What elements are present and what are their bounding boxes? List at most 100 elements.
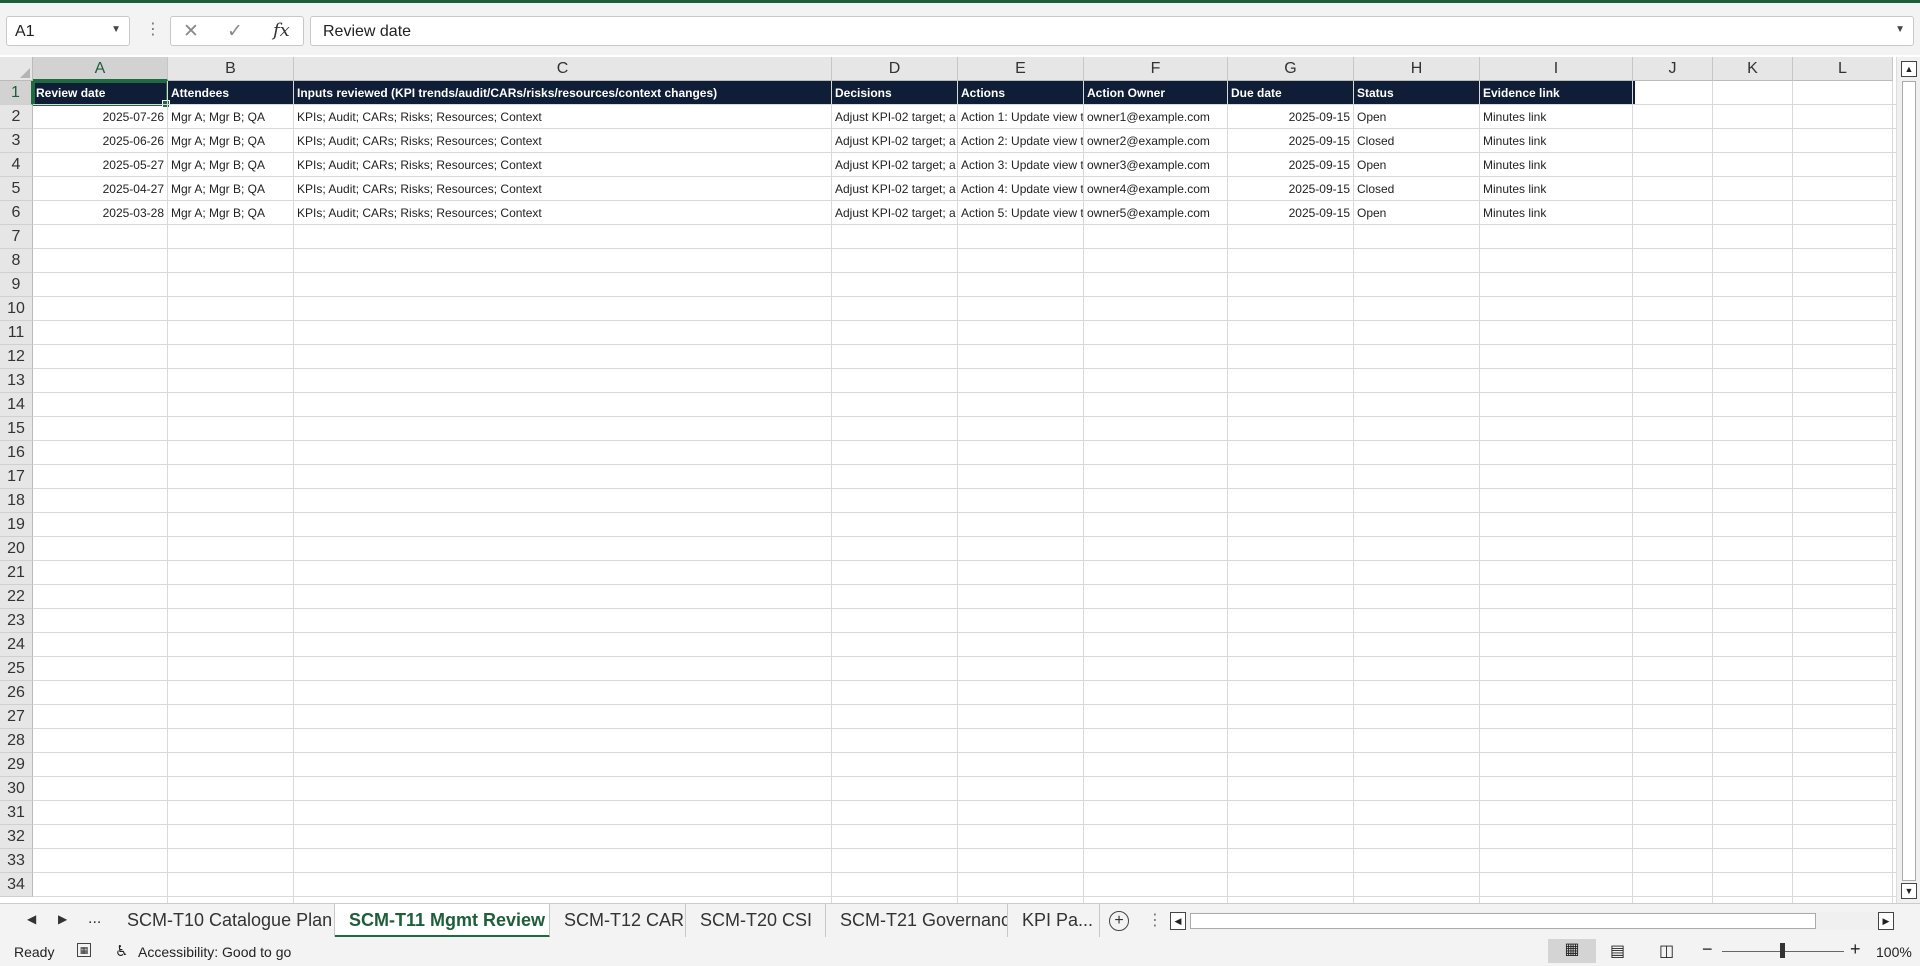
sheet-tab[interactable]: SCM-T11 Mgmt Review [335,904,550,938]
more-sheets-button[interactable]: ... [88,910,101,928]
data-cell[interactable]: KPIs; Audit; CARs; Risks; Resources; Con… [294,105,831,129]
vertical-scrollbar[interactable]: ▲ ▼ [1896,57,1920,903]
row-header-16[interactable]: 16 [0,441,33,465]
row-header-6[interactable]: 6 [0,201,33,225]
data-cell[interactable]: Mgr A; Mgr B; QA [168,129,293,153]
data-cell[interactable]: Open [1354,105,1479,129]
row-header-22[interactable]: 22 [0,585,33,609]
data-cell[interactable]: Closed [1354,177,1479,201]
data-cell[interactable]: owner5@example.com [1084,201,1227,225]
header-cell[interactable]: Decisions [832,81,958,105]
insert-function-icon[interactable]: fx [273,20,290,41]
sheet-tab[interactable]: SCM-T21 Governance [826,904,1008,938]
row-header-19[interactable]: 19 [0,513,33,537]
row-header-20[interactable]: 20 [0,537,33,561]
row-header-26[interactable]: 26 [0,681,33,705]
more-options-icon[interactable]: ⋮ [145,19,161,39]
data-cell[interactable]: Mgr A; Mgr B; QA [168,177,293,201]
data-cell[interactable]: 2025-06-26 [33,129,167,153]
row-header-17[interactable]: 17 [0,465,33,489]
tab-options-icon[interactable]: ⋮ [1147,910,1163,930]
scroll-right-icon[interactable]: ▶ [1878,912,1894,930]
data-cell[interactable]: Closed [1354,129,1479,153]
row-header-2[interactable]: 2 [0,105,33,129]
data-cell[interactable]: Action 4: Update view t [958,177,1083,201]
column-header-l[interactable]: L [1793,57,1893,81]
sheet-tab[interactable]: SCM-T10 Catalogue Plan [113,904,335,938]
data-cell[interactable]: Minutes link [1480,153,1632,177]
data-cell[interactable]: 2025-09-15 [1228,153,1353,177]
data-cell[interactable]: owner2@example.com [1084,129,1227,153]
data-cell[interactable]: 2025-03-28 [33,201,167,225]
scroll-down-icon[interactable]: ▼ [1901,883,1917,899]
data-cell[interactable]: Adjust KPI-02 target; a [832,153,957,177]
macro-recording-icon[interactable]: ▦ [77,943,91,957]
scroll-up-icon[interactable]: ▲ [1901,61,1917,77]
data-cell[interactable]: Minutes link [1480,129,1632,153]
row-header-11[interactable]: 11 [0,321,33,345]
column-header-h[interactable]: H [1354,57,1480,81]
data-cell[interactable]: Open [1354,201,1479,225]
column-header-e[interactable]: E [958,57,1084,81]
column-header-d[interactable]: D [832,57,958,81]
row-header-24[interactable]: 24 [0,633,33,657]
column-header-c[interactable]: C [294,57,832,81]
zoom-slider-thumb[interactable] [1780,943,1785,958]
row-header-4[interactable]: 4 [0,153,33,177]
header-cell[interactable]: Inputs reviewed (KPI trends/audit/CARs/r… [294,81,832,105]
data-cell[interactable]: 2025-05-27 [33,153,167,177]
data-cell[interactable]: Mgr A; Mgr B; QA [168,153,293,177]
row-header-30[interactable]: 30 [0,777,33,801]
row-header-21[interactable]: 21 [0,561,33,585]
sheet-tab[interactable]: KPI Pa... [1008,904,1100,938]
row-header-34[interactable]: 34 [0,873,33,897]
column-header-g[interactable]: G [1228,57,1354,81]
row-header-12[interactable]: 12 [0,345,33,369]
data-cell[interactable]: KPIs; Audit; CARs; Risks; Resources; Con… [294,177,831,201]
row-header-18[interactable]: 18 [0,489,33,513]
data-cell[interactable]: 2025-09-15 [1228,177,1353,201]
data-cell[interactable]: owner1@example.com [1084,105,1227,129]
row-header-32[interactable]: 32 [0,825,33,849]
data-cell[interactable]: Action 3: Update view t [958,153,1083,177]
prev-sheet-icon[interactable]: ◀ [27,912,36,926]
column-header-i[interactable]: I [1480,57,1633,81]
row-header-14[interactable]: 14 [0,393,33,417]
data-cell[interactable]: Minutes link [1480,201,1632,225]
horizontal-scrollbar[interactable]: ◀ ▶ [1170,912,1894,930]
header-cell[interactable]: Due date [1228,81,1354,105]
column-header-a[interactable]: A [33,57,168,81]
row-header-3[interactable]: 3 [0,129,33,153]
accessibility-icon[interactable]: ♿ [115,942,128,960]
horizontal-scroll-thumb[interactable] [1190,913,1816,929]
data-cell[interactable]: 2025-09-15 [1228,129,1353,153]
vertical-scroll-thumb[interactable] [1902,81,1916,881]
zoom-level[interactable]: 100% [1876,944,1912,960]
row-header-23[interactable]: 23 [0,609,33,633]
zoom-in-icon[interactable]: + [1850,939,1861,960]
row-header-9[interactable]: 9 [0,273,33,297]
data-cell[interactable]: KPIs; Audit; CARs; Risks; Resources; Con… [294,129,831,153]
row-header-15[interactable]: 15 [0,417,33,441]
data-cell[interactable]: Minutes link [1480,105,1632,129]
row-header-29[interactable]: 29 [0,753,33,777]
data-cell[interactable]: owner4@example.com [1084,177,1227,201]
data-cell[interactable]: Action 1: Update view t [958,105,1083,129]
expand-formula-icon[interactable]: ▼ [1895,24,1905,35]
column-header-f[interactable]: F [1084,57,1228,81]
row-header-31[interactable]: 31 [0,801,33,825]
column-header-k[interactable]: K [1713,57,1793,81]
data-cell[interactable]: 2025-09-15 [1228,105,1353,129]
accessibility-status[interactable]: Accessibility: Good to go [138,944,291,960]
enter-icon[interactable]: ✓ [227,20,243,43]
header-cell[interactable]: Status [1354,81,1480,105]
data-cell[interactable]: Adjust KPI-02 target; a [832,177,957,201]
data-cell[interactable]: Action 5: Update view t [958,201,1083,225]
row-header-28[interactable]: 28 [0,729,33,753]
data-cell[interactable]: Adjust KPI-02 target; a [832,105,957,129]
row-header-1[interactable]: 1 [0,81,33,105]
header-cell[interactable]: Actions [958,81,1084,105]
worksheet-grid[interactable]: A B C D E F G H I J K L 1 2 3 4 5 6 7 8 9 10 11 12 13 14 15 16 17 18 1… [0,57,1896,903]
page-break-preview-icon[interactable]: ◫ [1659,941,1674,961]
normal-view-icon[interactable]: ▦ [1548,939,1596,963]
